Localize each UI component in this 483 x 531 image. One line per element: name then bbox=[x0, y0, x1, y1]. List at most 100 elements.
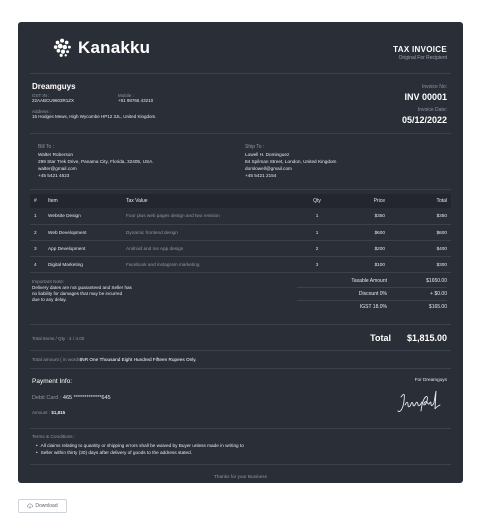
table-row: 3 App Development Android and Ios App de… bbox=[30, 240, 451, 257]
row-qty: 2 bbox=[297, 240, 337, 257]
row-qty: 1 bbox=[297, 224, 337, 241]
table-row: 1 Website Design Four plus web pages des… bbox=[30, 208, 451, 225]
parties-section: Bill To : Walter Roberson 299 Star Trek … bbox=[30, 134, 451, 190]
gst-value: 22AABCU9603R1ZX bbox=[32, 98, 75, 103]
row-num: 1 bbox=[30, 208, 44, 225]
row-description: Facebook and instagram marketing bbox=[122, 256, 297, 273]
row-total: $300 bbox=[389, 256, 451, 273]
for-company: For Dreamguys bbox=[414, 376, 447, 382]
row-qty: 1 bbox=[297, 208, 337, 225]
bill-to-email: walter@gmail.com bbox=[38, 166, 77, 171]
important-note: Important Note: Delivery dates are not g… bbox=[32, 279, 132, 304]
invoice-date-label: Invoice Date: bbox=[417, 107, 447, 113]
brand-name: Kanakku bbox=[78, 38, 151, 57]
mobile-value: +91 98765 43210 bbox=[118, 98, 154, 103]
row-price: $100 bbox=[337, 256, 389, 273]
row-item: App Development bbox=[44, 240, 122, 257]
row-price: $350 bbox=[337, 208, 389, 225]
bill-to-address: 299 Star Trek Drive, Panama City, Florid… bbox=[38, 159, 154, 164]
bill-to: Bill To : Walter Roberson 299 Star Trek … bbox=[38, 144, 154, 179]
invoice-card: Kanakku TAX INVOICE Original For Recipie… bbox=[18, 22, 463, 483]
igst-row: IGST 18.0% $165.00 bbox=[297, 301, 447, 314]
company-name: Dreamguys bbox=[32, 82, 76, 91]
ship-to-phone: +45 5421 2154 bbox=[245, 173, 277, 178]
table-row: 2 Web Development Dynamic frontend desig… bbox=[30, 224, 451, 241]
row-num: 4 bbox=[30, 256, 44, 273]
amount-value: $1,815 bbox=[51, 409, 66, 415]
document-title: TAX INVOICE bbox=[393, 45, 447, 54]
row-price: $200 bbox=[337, 240, 389, 257]
invoice-number-label: Invoice No: bbox=[421, 84, 447, 90]
row-price: $600 bbox=[337, 224, 389, 241]
discount-value: + $0.00 bbox=[430, 290, 447, 297]
document-subtitle: Original For Recipient bbox=[398, 55, 447, 61]
igst-label: IGST 18.0% bbox=[359, 304, 387, 310]
amount-words-label: Total amount ( in words): bbox=[32, 356, 84, 362]
totals-block: Taxable Amount $1650.00 Discount 0% + $0… bbox=[297, 275, 447, 314]
row-description: Dynamic frontend design bbox=[122, 224, 297, 241]
grand-total-label: Total bbox=[370, 332, 391, 343]
ship-to-label: Ship To : bbox=[245, 144, 265, 150]
bill-to-phone: +45 5421 4523 bbox=[38, 173, 70, 178]
terms-list: All claims relating to quantity or shipp… bbox=[32, 442, 244, 456]
taxable-label: Taxable Amount bbox=[351, 277, 387, 284]
col-price: Price bbox=[337, 194, 389, 208]
items-quantity: Total Items / Qty : 4 / 4.00 bbox=[32, 335, 85, 341]
invoice-header: Kanakku TAX INVOICE Original For Recipie… bbox=[30, 32, 451, 74]
discount-label: Discount 0% bbox=[358, 290, 387, 297]
row-num: 3 bbox=[30, 240, 44, 257]
download-button[interactable]: Download bbox=[18, 499, 67, 513]
row-item: Digital Marketing bbox=[44, 256, 122, 273]
taxable-row: Taxable Amount $1650.00 bbox=[297, 275, 447, 288]
row-num: 2 bbox=[30, 224, 44, 241]
brand-logo-icon bbox=[53, 38, 71, 57]
terms-item: All claims relating to quantity or shipp… bbox=[32, 442, 244, 449]
invoice-date: 05/12/2022 bbox=[401, 115, 447, 125]
note-line: due to any delay. bbox=[32, 297, 67, 303]
brand-logo: Kanakku bbox=[52, 37, 150, 59]
col-total: Total bbox=[389, 194, 451, 208]
signature-image bbox=[397, 390, 441, 412]
grand-total-row: Total Items / Qty : 4 / 4.00 Total $1,81… bbox=[30, 325, 451, 351]
items-table-header: # Item Tax Value Qty Price Total bbox=[30, 194, 451, 208]
ship-to-name: Lowell H. Dominguez bbox=[245, 152, 290, 157]
card-value: 465 *************645 bbox=[62, 394, 111, 401]
discount-row: Discount 0% + $0.00 bbox=[297, 288, 447, 301]
card-label: Debit Card : bbox=[32, 394, 62, 401]
row-description: Four plus web pages design and two revis… bbox=[122, 208, 297, 225]
ship-to-email: domlowell@gmail.com bbox=[245, 166, 292, 171]
bill-to-name: Walter Roberson bbox=[38, 152, 73, 157]
igst-value: $165.00 bbox=[428, 304, 447, 310]
amount-label: Amount : bbox=[32, 409, 51, 415]
address-value: 15 Hodges Mews, High Wycombe HP12 3JL, U… bbox=[32, 114, 157, 119]
bill-to-label: Bill To : bbox=[38, 144, 55, 150]
payment-title: Payment Info: bbox=[32, 377, 73, 385]
row-item: Web Development bbox=[44, 224, 122, 241]
col-num: # bbox=[30, 194, 44, 208]
payment-section: Payment Info: Debit Card : 465 *********… bbox=[30, 369, 451, 429]
row-total: $350 bbox=[389, 208, 451, 225]
terms-label: Terms & Conditions : bbox=[32, 433, 76, 439]
ship-to-address: 84 Spilman Street, London, United Kingdo… bbox=[245, 159, 337, 164]
col-tax-value: Tax Value bbox=[122, 194, 297, 208]
grand-total-value: $1,815.00 bbox=[406, 332, 447, 343]
download-label: Download bbox=[35, 503, 58, 509]
card-info: Debit Card : 465 *************645 bbox=[32, 395, 111, 401]
company-section: Dreamguys GST IN : 22AABCU9603R1ZX Mobil… bbox=[30, 74, 451, 134]
row-total: $600 bbox=[389, 224, 451, 241]
row-item: Website Design bbox=[44, 208, 122, 225]
row-total: $400 bbox=[389, 240, 451, 257]
ship-to: Ship To : Lowell H. Dominguez 84 Spilman… bbox=[245, 144, 336, 179]
cloud-download-icon bbox=[27, 503, 34, 509]
payment-amount: Amount : $1,815 bbox=[32, 410, 65, 415]
thanks-message: Thanks for your Business bbox=[214, 473, 267, 479]
invoice-number: INV 00001 bbox=[404, 92, 447, 102]
summary-section: Important Note: Delivery dates are not g… bbox=[30, 273, 451, 325]
col-item: Item bbox=[44, 194, 122, 208]
row-qty: 3 bbox=[297, 256, 337, 273]
col-qty: Qty bbox=[297, 194, 337, 208]
taxable-value: $1650.00 bbox=[426, 277, 447, 284]
amount-in-words: Total amount ( in words): INR One Thousa… bbox=[30, 351, 451, 369]
row-description: Android and Ios App design bbox=[122, 240, 297, 257]
table-row: 4 Digital Marketing Facebook and instagr… bbox=[30, 256, 451, 273]
